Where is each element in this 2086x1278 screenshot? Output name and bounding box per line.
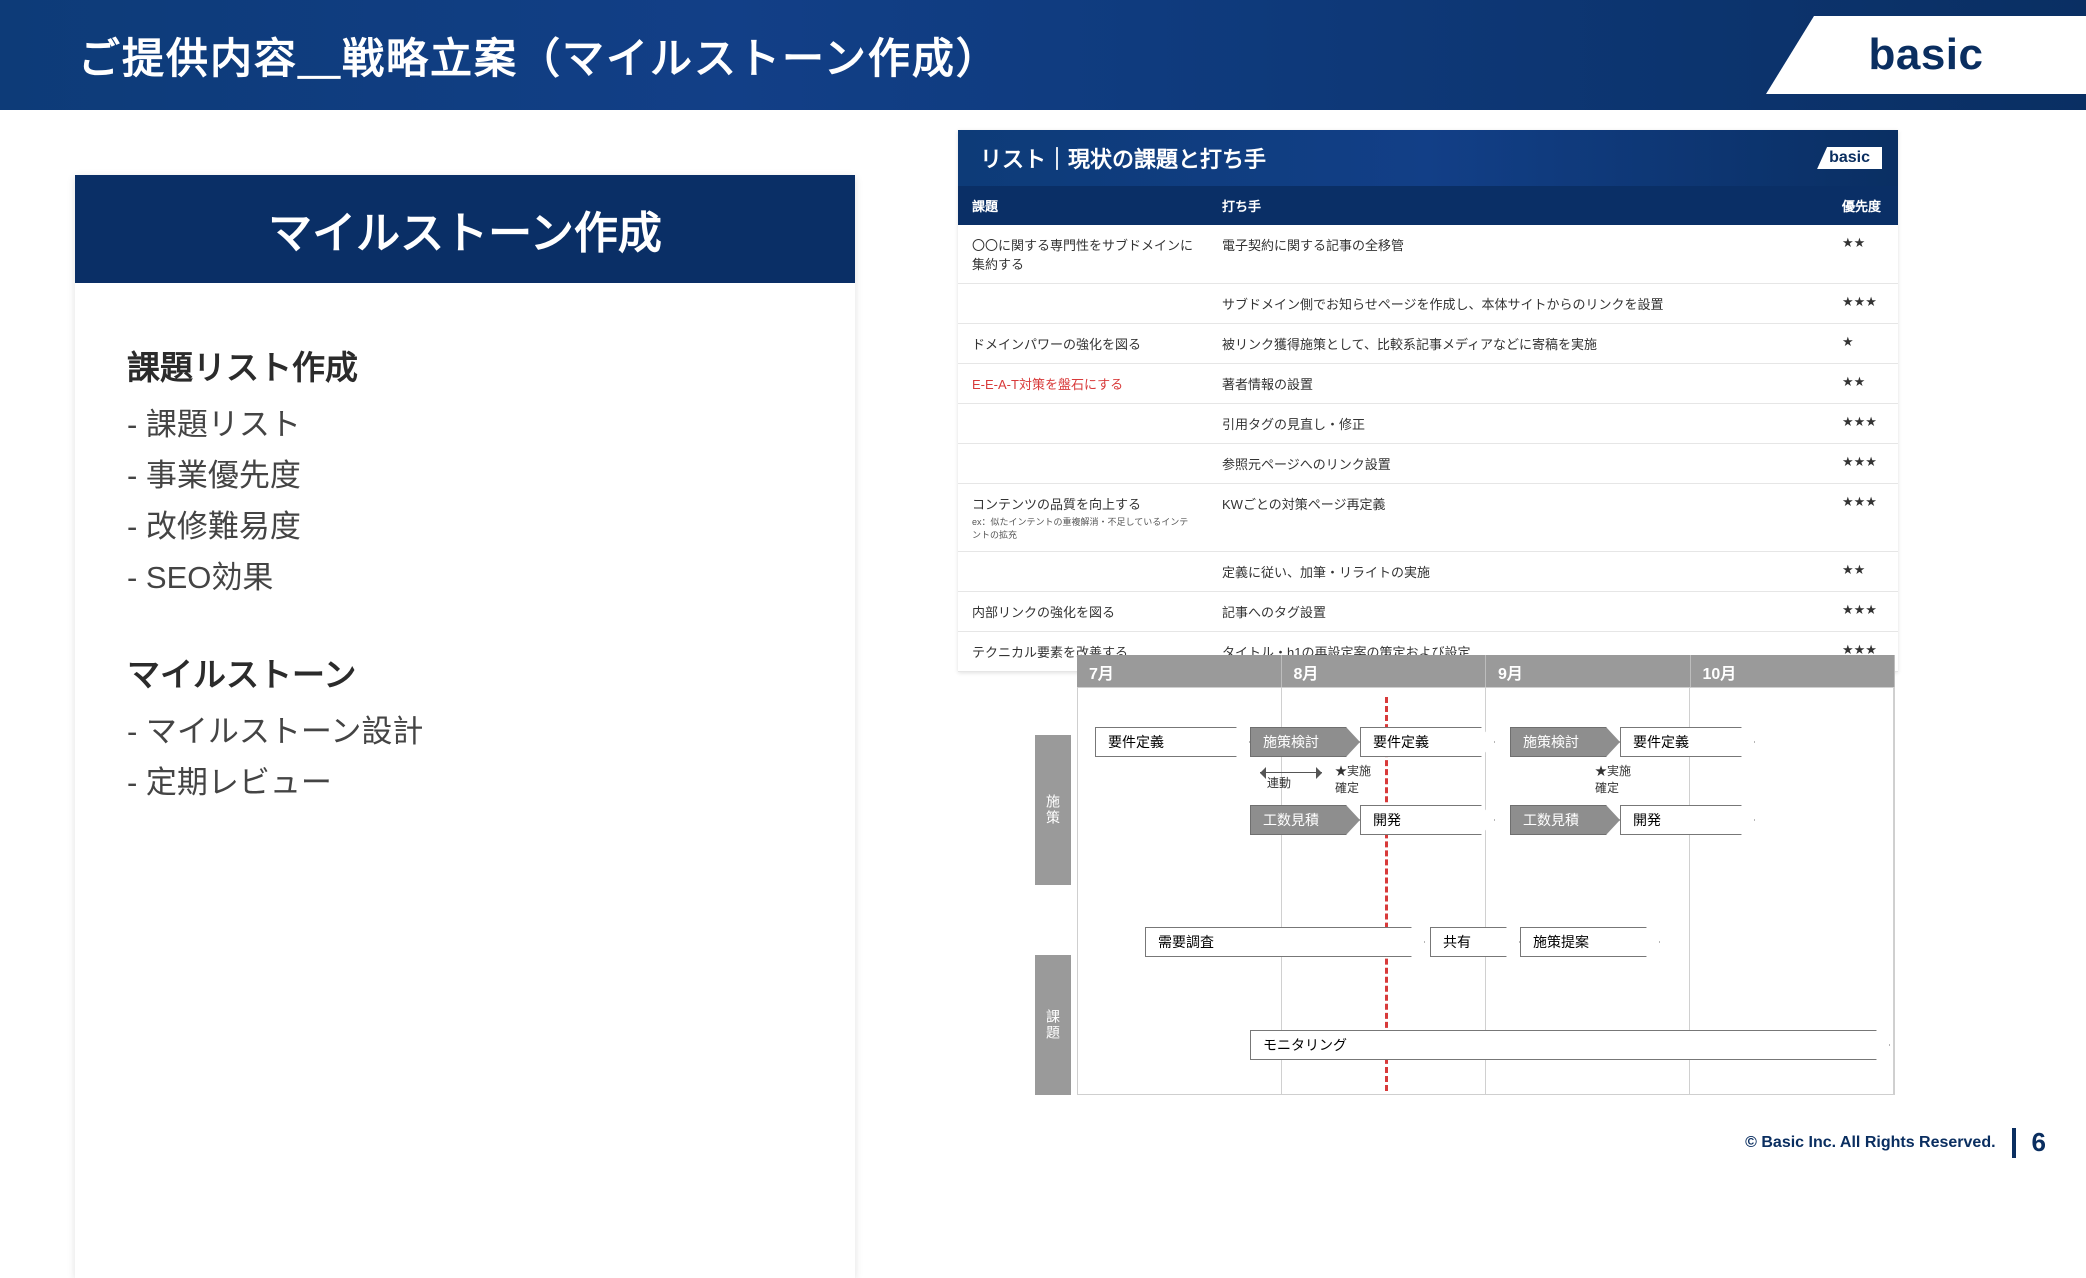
gantt-side-top: 施策 bbox=[1035, 735, 1071, 885]
table-row: 引用タグの見直し・修正★★★ bbox=[958, 404, 1898, 444]
brand-logo-text: basic bbox=[1868, 30, 1983, 80]
cell-issue bbox=[958, 404, 1208, 444]
col-issue: 課題 bbox=[958, 186, 1208, 225]
gbar: モニタリング bbox=[1250, 1030, 1890, 1060]
section1-item: - 事業優先度 bbox=[127, 450, 803, 501]
left-card-title: マイルストーン作成 bbox=[75, 175, 855, 283]
gbar: 工数見積 bbox=[1510, 805, 1620, 835]
slide-footer: © Basic Inc. All Rights Reserved. 6 bbox=[1745, 1127, 2046, 1158]
cell-priority: ★★ bbox=[1828, 552, 1898, 592]
cell-action: サブドメイン側でお知らせページを作成し、本体サイトからのリンクを設置 bbox=[1208, 284, 1828, 324]
cell-priority: ★★ bbox=[1828, 225, 1898, 284]
section1-item: - 改修難易度 bbox=[127, 501, 803, 552]
table-row: 参照元ページへのリンク設置★★★ bbox=[958, 444, 1898, 484]
section1-item: - SEO効果 bbox=[127, 552, 803, 603]
cell-priority: ★★★ bbox=[1828, 444, 1898, 484]
table-row: 定義に従い、加筆・リライトの実施★★ bbox=[958, 552, 1898, 592]
issue-table: 課題 打ち手 優先度 〇〇に関する専門性をサブドメインに集約する電子契約に関する… bbox=[958, 186, 1898, 672]
section2-item: - 定期レビュー bbox=[127, 757, 803, 808]
cell-issue: E-E-A-T対策を盤石にする bbox=[958, 364, 1208, 404]
cell-action: 著者情報の設置 bbox=[1208, 364, 1828, 404]
issue-list-title-text: リスト｜現状の課題と打ち手 bbox=[980, 147, 1266, 172]
page-number: 6 bbox=[2032, 1127, 2046, 1158]
copyright: © Basic Inc. All Rights Reserved. bbox=[1745, 1134, 1995, 1152]
gbar: 施策検討 bbox=[1510, 727, 1620, 757]
table-row: 内部リンクの強化を図る記事へのタグ設置★★★ bbox=[958, 592, 1898, 632]
gbar: 施策検討 bbox=[1250, 727, 1360, 757]
table-row: コンテンツの品質を向上するex：似たインテントの重複解消・不足しているインテント… bbox=[958, 484, 1898, 552]
cell-issue bbox=[958, 284, 1208, 324]
cell-issue: ドメインパワーの強化を図る bbox=[958, 324, 1208, 364]
issue-list-panel: リスト｜現状の課題と打ち手 basic 課題 打ち手 優先度 〇〇に関する専門性… bbox=[958, 130, 1898, 672]
cell-priority: ★★★ bbox=[1828, 404, 1898, 444]
cell-issue bbox=[958, 444, 1208, 484]
gbar: 要件定義 bbox=[1360, 727, 1495, 757]
issue-list-brand: basic bbox=[1817, 147, 1882, 169]
cell-priority: ★★★ bbox=[1828, 284, 1898, 324]
gbar: 共有 bbox=[1430, 927, 1520, 957]
table-row: 〇〇に関する専門性をサブドメインに集約する電子契約に関する記事の全移管★★ bbox=[958, 225, 1898, 284]
gbar: 要件定義 bbox=[1620, 727, 1755, 757]
gbar: 開発 bbox=[1620, 805, 1755, 835]
cell-issue bbox=[958, 552, 1208, 592]
table-row: サブドメイン側でお知らせページを作成し、本体サイトからのリンクを設置★★★ bbox=[958, 284, 1898, 324]
left-summary-card: マイルストーン作成 課題リスト作成 - 課題リスト - 事業優先度 - 改修難易… bbox=[75, 175, 855, 1278]
section2-item: - マイルストーン設計 bbox=[127, 706, 803, 757]
gantt-month: 10月 bbox=[1691, 655, 1896, 689]
star-confirm-left: ★実施 確定 bbox=[1335, 762, 1371, 796]
cell-action: 電子契約に関する記事の全移管 bbox=[1208, 225, 1828, 284]
issue-list-title: リスト｜現状の課題と打ち手 basic bbox=[958, 130, 1898, 186]
gantt-side-bottom: 課題 bbox=[1035, 955, 1071, 1095]
cell-priority: ★★★ bbox=[1828, 484, 1898, 552]
cell-action: 記事へのタグ設置 bbox=[1208, 592, 1828, 632]
cell-action: 引用タグの見直し・修正 bbox=[1208, 404, 1828, 444]
slide-title: ご提供内容＿戦略立案（マイルストーン作成） bbox=[78, 25, 1000, 86]
section2-title: マイルストーン bbox=[127, 648, 803, 696]
cell-action: KWごとの対策ページ再定義 bbox=[1208, 484, 1828, 552]
cell-action: 参照元ページへのリンク設置 bbox=[1208, 444, 1828, 484]
gbar: 需要調査 bbox=[1145, 927, 1425, 957]
cell-action: 被リンク獲得施策として、比較系記事メディアなどに寄稿を実施 bbox=[1208, 324, 1828, 364]
section1-item: - 課題リスト bbox=[127, 399, 803, 450]
gantt-months: 7月 8月 9月 10月 bbox=[1077, 655, 1895, 687]
gbar: 開発 bbox=[1360, 805, 1495, 835]
cell-action: 定義に従い、加筆・リライトの実施 bbox=[1208, 552, 1828, 592]
cell-priority: ★ bbox=[1828, 324, 1898, 364]
gbar: 要件定義 bbox=[1095, 727, 1250, 757]
brand-corner: basic bbox=[1766, 0, 2086, 110]
table-row: ドメインパワーの強化を図る被リンク獲得施策として、比較系記事メディアなどに寄稿を… bbox=[958, 324, 1898, 364]
gantt-chart: 7月 8月 9月 10月 施策 課題 要件定義 施策検討 要件定義 施策検討 要… bbox=[1035, 655, 1895, 1095]
footer-divider bbox=[2012, 1128, 2016, 1158]
gantt-month: 7月 bbox=[1077, 655, 1282, 689]
gantt-month: 9月 bbox=[1486, 655, 1691, 689]
star-confirm-right: ★実施 確定 bbox=[1595, 762, 1631, 796]
section1-title: 課題リスト作成 bbox=[127, 341, 803, 389]
cell-priority: ★★★ bbox=[1828, 592, 1898, 632]
cell-issue: 内部リンクの強化を図る bbox=[958, 592, 1208, 632]
gbar: 工数見積 bbox=[1250, 805, 1360, 835]
cell-issue: 〇〇に関する専門性をサブドメインに集約する bbox=[958, 225, 1208, 284]
link-label: 連動 bbox=[1267, 774, 1291, 791]
gbar: 施策提案 bbox=[1520, 927, 1660, 957]
gantt-month: 8月 bbox=[1282, 655, 1487, 689]
cell-issue: コンテンツの品質を向上するex：似たインテントの重複解消・不足しているインテント… bbox=[958, 484, 1208, 552]
col-priority: 優先度 bbox=[1828, 186, 1898, 225]
slide-header: ご提供内容＿戦略立案（マイルストーン作成） basic bbox=[0, 0, 2086, 110]
col-action: 打ち手 bbox=[1208, 186, 1828, 225]
cell-priority: ★★ bbox=[1828, 364, 1898, 404]
table-row: E-E-A-T対策を盤石にする著者情報の設置★★ bbox=[958, 364, 1898, 404]
